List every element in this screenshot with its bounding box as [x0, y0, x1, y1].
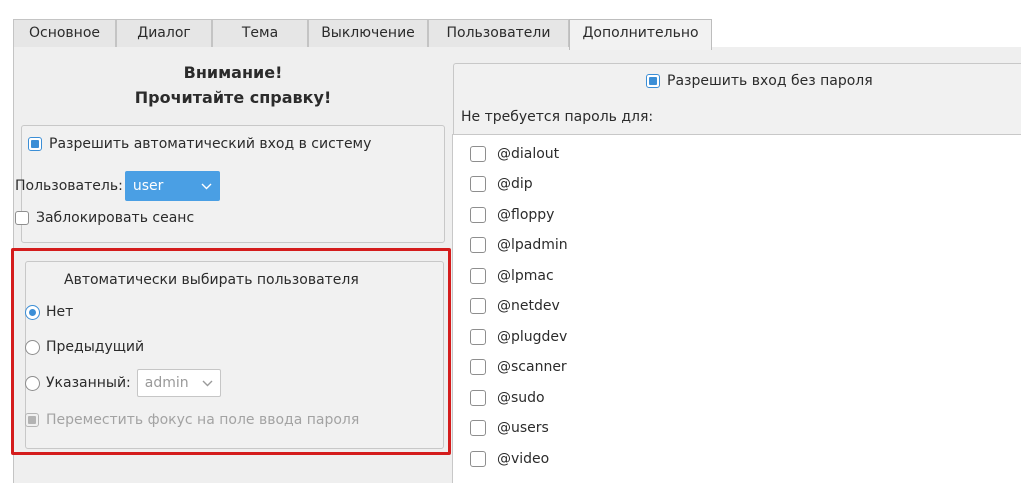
group-checkbox[interactable]	[470, 268, 486, 284]
list-item[interactable]: @floppy	[470, 207, 554, 223]
passwordless-checkbox[interactable]	[646, 74, 660, 88]
group-name: @users	[497, 420, 549, 436]
tab-shutdown[interactable]: Выключение	[308, 19, 428, 47]
chevron-down-icon	[201, 183, 212, 189]
list-item[interactable]: @scanner	[470, 359, 567, 375]
autologin-label: Разрешить автоматический вход в систему	[49, 136, 372, 152]
tab-basic[interactable]: Основное	[13, 19, 116, 47]
autologin-user-row: Пользователь: user	[15, 171, 220, 201]
list-item[interactable]: @sudo	[470, 390, 545, 406]
warning-subtitle: Прочитайте справку!	[134, 88, 332, 107]
passwordless-row[interactable]: Разрешить вход без пароля	[646, 73, 873, 89]
warning-title: Внимание!	[183, 63, 283, 82]
group-name: @plugdev	[497, 329, 568, 345]
list-item[interactable]: @dialout	[470, 146, 559, 162]
user-select-value: user	[132, 178, 164, 194]
not-required-label: Не требуется пароль для:	[461, 109, 654, 125]
group-checkbox[interactable]	[470, 298, 486, 314]
group-name: @netdev	[497, 298, 560, 314]
user-select[interactable]: user	[124, 171, 220, 201]
group-checkbox[interactable]	[470, 146, 486, 162]
group-name: @dialout	[497, 146, 560, 162]
group-name: @video	[497, 451, 550, 467]
group-checkbox[interactable]	[470, 359, 486, 375]
group-checkbox[interactable]	[470, 237, 486, 253]
group-name: @floppy	[497, 207, 555, 223]
tab-dialog[interactable]: Диалог	[116, 19, 212, 47]
tab-users[interactable]: Пользователи	[428, 19, 569, 47]
list-item[interactable]: @lpadmin	[470, 237, 568, 253]
lock-session-label: Заблокировать сеанс	[36, 210, 195, 226]
list-item[interactable]: @dip	[470, 176, 533, 192]
group-name: @dip	[497, 176, 533, 192]
user-label: Пользователь:	[15, 178, 123, 194]
list-item[interactable]: @plugdev	[470, 329, 567, 345]
group-checkbox[interactable]	[470, 390, 486, 406]
lock-session-checkbox[interactable]	[15, 211, 29, 225]
group-checkbox[interactable]	[470, 451, 486, 467]
group-name: @lpmac	[497, 268, 554, 284]
lock-session-row[interactable]: Заблокировать сеанс	[15, 210, 194, 226]
group-checkbox[interactable]	[470, 329, 486, 345]
tab-theme[interactable]: Тема	[212, 19, 308, 47]
passwordless-label: Разрешить вход без пароля	[667, 73, 873, 89]
group-checkbox[interactable]	[470, 176, 486, 192]
tab-bar: Основное Диалог Тема Выключение Пользова…	[13, 19, 1021, 50]
autologin-group: Разрешить автоматический вход в систему …	[15, 125, 445, 243]
list-item[interactable]: @lpmac	[470, 268, 554, 284]
group-checkbox[interactable]	[470, 420, 486, 436]
tab-advanced[interactable]: Дополнительно	[569, 19, 712, 50]
highlight-frame	[11, 248, 451, 455]
list-item[interactable]: @video	[470, 451, 549, 467]
group-name: @sudo	[497, 390, 545, 406]
autologin-checkbox[interactable]	[28, 137, 42, 151]
group-name: @lpadmin	[497, 237, 568, 253]
group-name: @scanner	[497, 359, 567, 375]
autologin-checkbox-row[interactable]: Разрешить автоматический вход в систему	[28, 136, 371, 152]
group-checkbox[interactable]	[470, 207, 486, 223]
list-item[interactable]: @netdev	[470, 298, 560, 314]
groups-list: @dialout @dip @floppy @lpadmin @lpmac @n…	[452, 134, 1021, 483]
list-item[interactable]: @users	[470, 420, 549, 436]
